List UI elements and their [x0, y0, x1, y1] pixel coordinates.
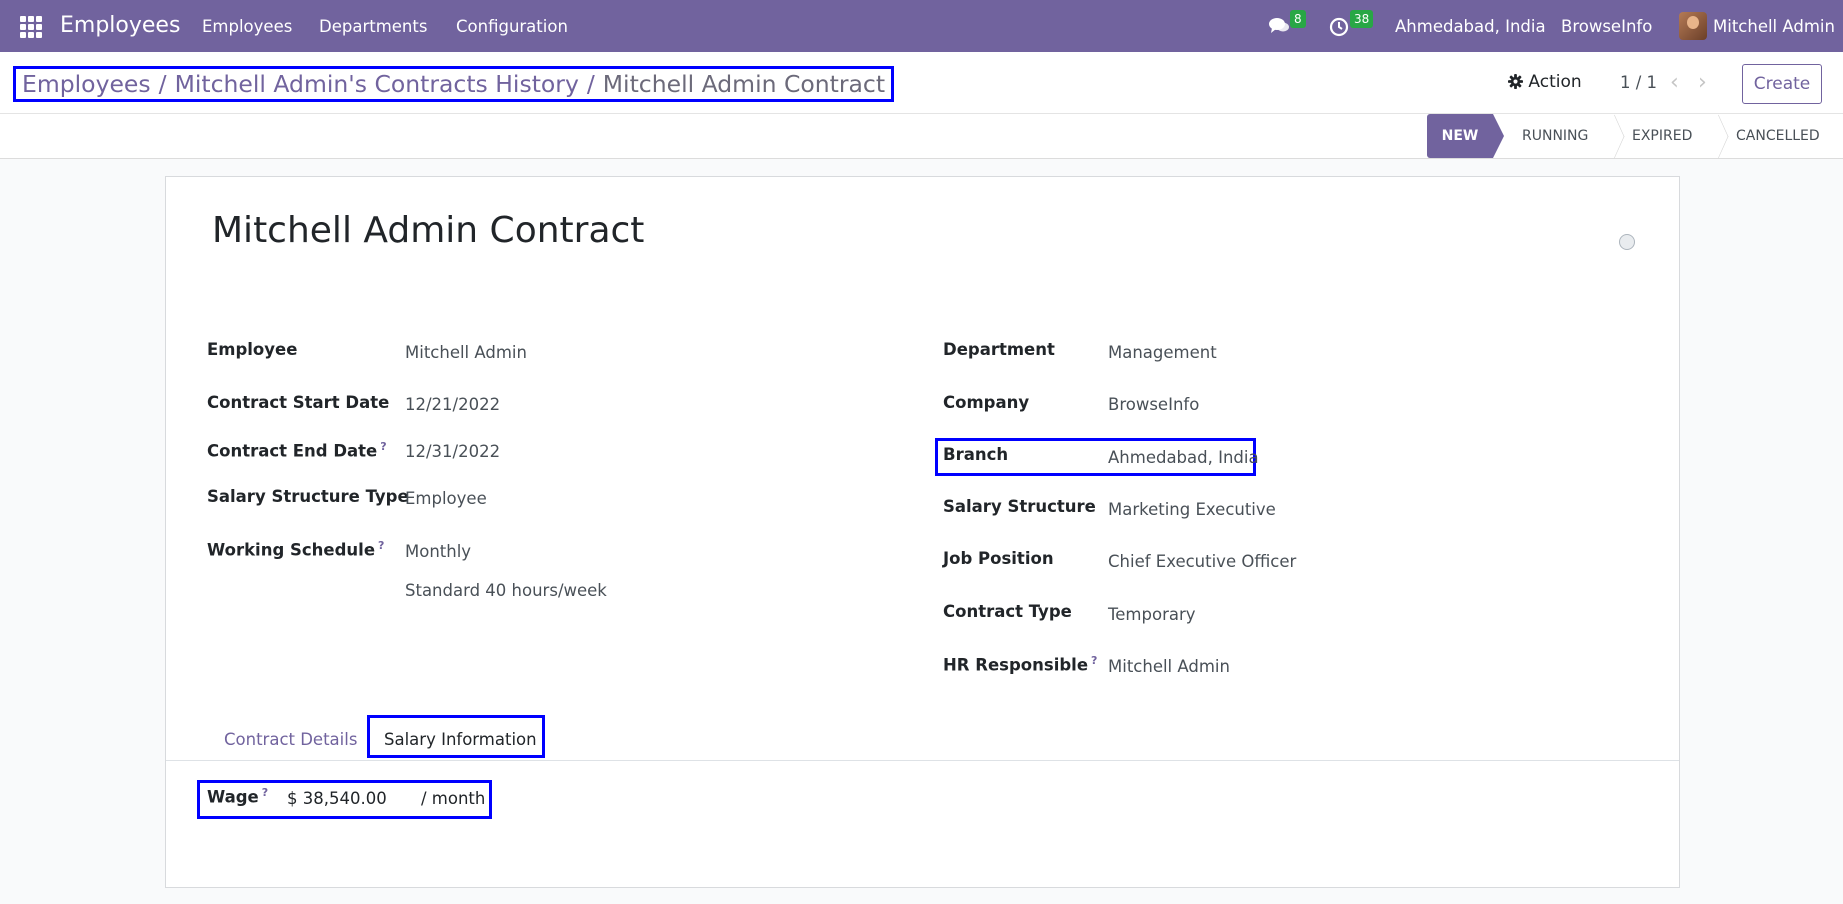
app-title[interactable]: Employees [60, 13, 180, 38]
salary-structure-type-label: Salary Structure Type [207, 487, 409, 506]
stage-new[interactable]: NEW [1427, 114, 1493, 158]
breadcrumb-employees[interactable]: Employees [22, 70, 151, 98]
contract-start-date-label: Contract Start Date [207, 393, 390, 412]
company-label: Company [943, 393, 1030, 412]
action-label: Action [1528, 72, 1582, 92]
chevron-left-icon[interactable]: ‹ [1670, 70, 1679, 95]
stage-new-arrow [1493, 114, 1504, 158]
department-label: Department [943, 340, 1055, 359]
schedule-frequency-field[interactable]: Monthly [405, 542, 471, 561]
salary-structure-label: Salary Structure [943, 497, 1096, 516]
contract-start-date-field[interactable]: 12/21/2022 [405, 395, 500, 414]
wage-label: Wage? [207, 786, 269, 807]
branch-field[interactable]: Ahmedabad, India [1108, 448, 1259, 467]
contract-type-field[interactable]: Temporary [1108, 605, 1196, 624]
pager-value[interactable]: 1 / 1 [1620, 73, 1657, 92]
employee-label: Employee [207, 340, 298, 359]
breadcrumb-separator: / [158, 70, 167, 98]
job-position-field[interactable]: Chief Executive Officer [1108, 552, 1296, 571]
activities-count-badge: 38 [1350, 10, 1374, 28]
contract-end-date-label: Contract End Date? [207, 440, 387, 461]
department-field[interactable]: Management [1108, 343, 1217, 362]
help-icon[interactable]: ? [1091, 654, 1097, 667]
apps-grid-icon[interactable] [20, 16, 42, 38]
stage-running[interactable]: RUNNING [1522, 114, 1588, 158]
stage-cancelled[interactable]: CANCELLED [1736, 114, 1820, 158]
contract-title[interactable]: Mitchell Admin Contract [212, 210, 644, 251]
hr-responsible-label: HR Responsible? [943, 654, 1098, 675]
salary-structure-field[interactable]: Marketing Executive [1108, 500, 1276, 519]
messages-count-badge: 8 [1290, 10, 1306, 28]
wage-unit: / month [421, 789, 486, 808]
hr-responsible-field[interactable]: Mitchell Admin [1108, 657, 1230, 676]
contract-end-date-field[interactable]: 12/31/2022 [405, 442, 500, 461]
status-circle[interactable] [1619, 234, 1635, 250]
menu-departments[interactable]: Departments [319, 17, 427, 36]
help-icon[interactable]: ? [380, 440, 386, 453]
chevron-right-icon[interactable]: › [1698, 70, 1707, 95]
tabs-divider [166, 760, 1679, 761]
wage-field[interactable]: $ 38,540.00 [287, 789, 387, 808]
action-button[interactable]: Action [1508, 72, 1582, 92]
help-icon[interactable]: ? [378, 539, 384, 552]
branch-switcher[interactable]: Ahmedabad, India [1395, 17, 1546, 36]
menu-configuration[interactable]: Configuration [456, 17, 568, 36]
stage-divider [1712, 114, 1726, 158]
job-position-label: Job Position [943, 549, 1054, 568]
employee-field[interactable]: Mitchell Admin [405, 343, 527, 362]
top-navbar: Employees Employees Departments Configur… [0, 0, 1843, 52]
menu-employees[interactable]: Employees [202, 17, 292, 36]
clock-icon[interactable] [1328, 16, 1350, 38]
breadcrumb-separator: / [586, 70, 595, 98]
gear-icon [1508, 74, 1523, 89]
user-menu[interactable]: Mitchell Admin [1713, 17, 1835, 36]
breadcrumb-contracts-history[interactable]: Mitchell Admin's Contracts History [175, 70, 579, 98]
branch-label: Branch [943, 445, 1009, 464]
breadcrumb: Employees / Mitchell Admin's Contracts His… [13, 66, 895, 102]
create-button[interactable]: Create [1742, 64, 1822, 104]
help-icon[interactable]: ? [262, 786, 268, 799]
company-field[interactable]: BrowseInfo [1108, 395, 1199, 414]
working-schedule-label: Working Schedule? [207, 539, 385, 560]
breadcrumb-current: Mitchell Admin Contract [602, 70, 886, 98]
stage-expired[interactable]: EXPIRED [1632, 114, 1692, 158]
salary-structure-type-field[interactable]: Employee [405, 489, 487, 508]
chat-icon[interactable] [1268, 16, 1290, 36]
stage-divider [1608, 114, 1622, 158]
tab-contract-details[interactable]: Contract Details [224, 730, 357, 749]
avatar[interactable] [1679, 12, 1707, 40]
working-schedule-field[interactable]: Standard 40 hours/week [405, 581, 607, 600]
contract-type-label: Contract Type [943, 602, 1072, 621]
tab-salary-information[interactable]: Salary Information [384, 730, 537, 749]
company-switcher[interactable]: BrowseInfo [1561, 17, 1652, 36]
